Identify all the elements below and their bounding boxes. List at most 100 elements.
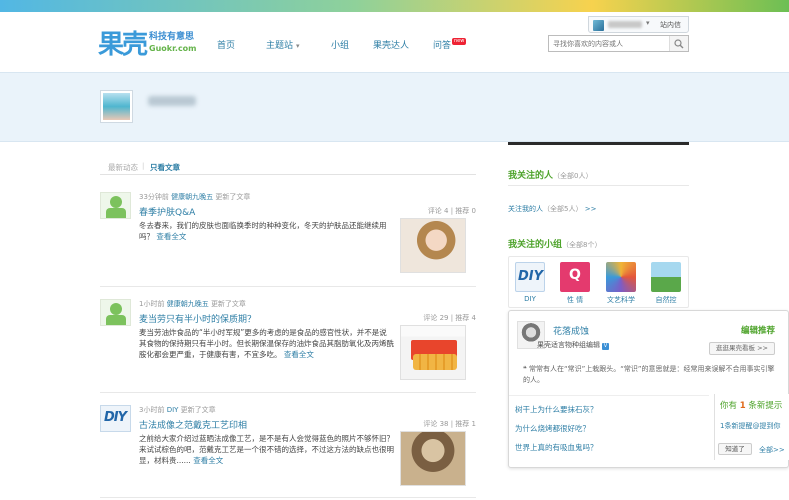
excerpt-text: 麦当劳油炸食品的“半小时军规”更多的考虑的是食品的感官性状，并不是说其食物的保持… [139, 328, 394, 359]
notification-panel: 你有 1 条新提示 1条新提醒@提到你 知道了 全部>> [714, 394, 789, 460]
editor-name[interactable]: 花落成蚀 [553, 324, 589, 337]
chevron-down-icon: ▾ [296, 42, 300, 50]
messages-link[interactable]: 站内信 [660, 20, 681, 30]
user-avatar [593, 20, 604, 31]
logo-mark: 果壳 [98, 30, 148, 60]
nav-home[interactable]: 首页 [217, 38, 235, 51]
feed-divider [100, 497, 476, 498]
group-item-nature[interactable]: 自然控 [649, 262, 683, 305]
mention-link[interactable]: 1条新提醒@提到你 [720, 421, 780, 431]
item-stats: 评论 29 | 推荐 4 [423, 314, 476, 322]
logo-slogan: 科技有意思 [149, 31, 195, 42]
diy-icon: DIY [515, 262, 545, 292]
author-avatar[interactable] [100, 299, 131, 326]
search-button[interactable] [669, 36, 688, 51]
art-science-icon [606, 262, 636, 292]
comment-count[interactable]: 评论 38 [423, 420, 448, 428]
author-link[interactable]: DIY [167, 406, 179, 414]
recommended-question[interactable]: 为什么烧烤都很好吃？ [515, 423, 590, 434]
tab-latest[interactable]: 最新动态 [108, 162, 138, 173]
author-avatar[interactable] [100, 192, 131, 219]
group-item-diy[interactable]: DIY DIY [513, 262, 547, 303]
notification-title: 你有 1 条新提示 [720, 401, 783, 411]
site-header: 果壳 科技有意思 Guokr.com 首页 主题站 ▾ 小组 果壳达人 问答 ne… [0, 12, 789, 72]
following-people-title[interactable]: 我关注的人 [508, 171, 553, 181]
tab-articles-only[interactable]: 只看文章 [150, 162, 180, 173]
browse-board-button[interactable]: 逛逛果壳看板 >> [709, 342, 775, 355]
guokr-logo[interactable]: 果壳 科技有意思 Guokr.com [98, 24, 197, 61]
author-link[interactable]: 健康朝九晚五 [171, 193, 213, 201]
article-title[interactable]: 春季护肤Q&A [139, 205, 195, 218]
article-excerpt: 冬去春来，我们的皮肤也面临换季时的种种变化，冬天的护肤品还能继续用吗？ 查看全文 [139, 220, 394, 242]
nature-icon [651, 262, 681, 292]
group-label: 自然控 [655, 296, 677, 304]
author-link[interactable]: 健康朝九晚五 [167, 300, 209, 308]
followers-count: （全部5人） [543, 205, 583, 213]
article-thumbnail[interactable] [400, 218, 466, 273]
nav-themes-label: 主题站 [266, 41, 294, 51]
recommend-count[interactable]: 推荐 4 [455, 314, 476, 322]
item-stats: 评论 38 | 推荐 1 [423, 420, 476, 428]
nav-themes[interactable]: 主题站 ▾ [266, 38, 300, 51]
editor-quote: ❝ 常常有人在“常识”上栽跟头。“常识”的意思就是：经常用来误解不合用事实引擎的… [523, 364, 778, 386]
recommend-count[interactable]: 推荐 0 [455, 207, 476, 215]
following-people-count[interactable]: （全部0人） [553, 172, 592, 180]
following-groups-section: 我关注的小组（全部8个） [508, 237, 689, 250]
excerpt-text: 之前给大家介绍过蓝晒法成像工艺，是不是有人会觉得蓝色的照片不够怀旧？来试试棕色的… [139, 434, 394, 465]
following-people-section: 我关注的人（全部0人） [508, 168, 689, 186]
profile-avatar[interactable] [100, 90, 133, 123]
read-more-link[interactable]: 查看全文 [193, 456, 223, 465]
user-name-blurred [608, 21, 642, 28]
sidebar-dark-strip [508, 142, 689, 145]
quote-text: 常常有人在“常识”上栽跟头。“常识”的意思就是：经常用来误解不合用事实引擎的人。 [523, 365, 775, 384]
item-meta: 33分钟前 健康朝九晚五 更新了文章 [139, 192, 250, 202]
comment-count[interactable]: 评论 4 [428, 207, 449, 215]
article-title[interactable]: 古法成像之范戴克工艺印相 [139, 418, 247, 431]
recommend-count[interactable]: 推荐 1 [455, 420, 476, 428]
new-badge: new [452, 38, 467, 45]
comment-count[interactable]: 评论 29 [423, 314, 448, 322]
item-meta: 1小时前 健康朝九晚五 更新了文章 [139, 299, 246, 309]
recommended-question[interactable]: 世界上真的有吸血鬼吗？ [515, 442, 598, 453]
article-title[interactable]: 麦当劳只有半小时的保质期？ [139, 312, 256, 325]
following-groups-count[interactable]: （全部8个） [562, 241, 601, 249]
editor-role: 果壳适言物种组编辑 V [537, 340, 609, 350]
item-time: 3小时前 [139, 406, 165, 414]
nav-groups[interactable]: 小组 [331, 38, 349, 51]
all-notifications-link[interactable]: 全部>> [759, 445, 785, 455]
group-item-art-science[interactable]: 文艺科学 [604, 262, 638, 305]
author-avatar[interactable]: DIY [100, 405, 131, 432]
group-list: DIY DIY Q 性 情 文艺科学 自然控 [508, 256, 689, 308]
item-action: 更新了文章 [210, 300, 246, 308]
section-title: 我关注的小组（全部8个） [508, 237, 689, 250]
article-excerpt: 之前给大家介绍过蓝晒法成像工艺，是不是有人会觉得蓝色的照片不够怀旧？来试试棕色的… [139, 433, 394, 466]
article-thumbnail[interactable] [400, 325, 466, 380]
article-thumbnail[interactable] [400, 431, 466, 486]
chevron-down-icon[interactable]: ▾ [646, 19, 650, 27]
popup-divider [509, 395, 709, 396]
item-stats: 评论 4 | 推荐 0 [427, 207, 476, 215]
nav-qa[interactable]: 问答 [433, 38, 451, 51]
search-input[interactable] [549, 36, 667, 51]
item-action: 更新了文章 [215, 193, 251, 201]
dismiss-button[interactable]: 知道了 [718, 443, 752, 455]
group-item-sex[interactable]: Q 性 情 [558, 262, 592, 305]
following-groups-title[interactable]: 我关注的小组 [508, 240, 562, 250]
followers-link[interactable]: 关注我的人（全部5人） >> [508, 204, 596, 214]
feed-tabs: 最新动态 | 只看文章 [100, 158, 476, 175]
followers-label: 关注我的人 [508, 205, 543, 213]
sex-icon: Q [560, 262, 590, 292]
article-excerpt: 麦当劳油炸食品的“半小时军规”更多的考虑的是食品的感官性状，并不是说其食物的保持… [139, 327, 394, 360]
diy-logo: DIY [104, 410, 127, 425]
recommend-title: 编辑推荐 [741, 326, 776, 336]
item-time: 1小时前 [139, 300, 165, 308]
group-label: 性 情 [566, 296, 584, 304]
nav-experts[interactable]: 果壳达人 [373, 38, 409, 51]
feed-divider [100, 392, 476, 393]
recommended-question[interactable]: 树干上为什么要抹石灰？ [515, 404, 598, 415]
read-more-link[interactable]: 查看全文 [156, 232, 186, 241]
feed-divider [100, 286, 476, 287]
logo-domain: Guokr.com [149, 43, 197, 53]
user-menu[interactable]: ▾ 站内信 [588, 16, 689, 33]
read-more-link[interactable]: 查看全文 [284, 350, 314, 359]
